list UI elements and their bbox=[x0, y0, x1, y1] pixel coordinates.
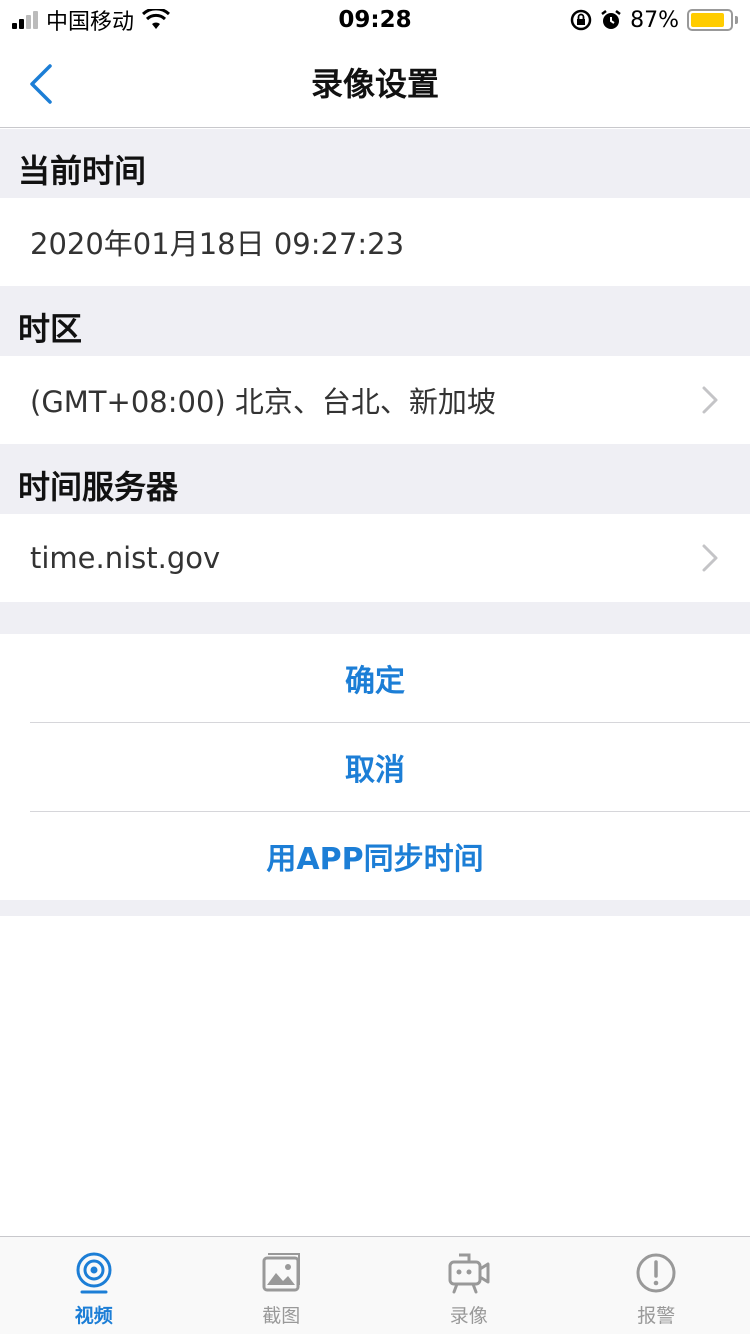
timezone-row[interactable]: (GMT+08:00) 北京、台北、新加坡 bbox=[0, 356, 750, 444]
image-icon bbox=[262, 1253, 301, 1292]
wifi-icon bbox=[142, 9, 171, 29]
confirm-button[interactable]: 确定 bbox=[0, 634, 750, 722]
battery-percent: 87% bbox=[630, 7, 679, 33]
page-title: 录像设置 bbox=[310, 65, 439, 103]
signal-icon bbox=[12, 11, 38, 29]
battery-icon bbox=[687, 9, 738, 31]
section-header-timezone: 时区 bbox=[0, 286, 750, 356]
current-time-value: 2020年01月18日 09:27:23 bbox=[30, 227, 405, 261]
tab-bar: 视频 截图 录像 报警 bbox=[0, 1236, 750, 1334]
chevron-right-icon bbox=[702, 386, 718, 414]
chevron-right-icon bbox=[702, 544, 718, 572]
alarm-icon bbox=[601, 10, 621, 29]
current-time-row: 2020年01月18日 09:27:23 bbox=[0, 198, 750, 286]
time-server-value: time.nist.gov bbox=[30, 541, 221, 575]
alert-icon bbox=[636, 1253, 676, 1293]
tab-label: 视频 bbox=[74, 1305, 113, 1327]
rotation-lock-icon bbox=[570, 9, 592, 31]
section-gap bbox=[0, 900, 750, 916]
section-header-time-server: 时间服务器 bbox=[0, 444, 750, 514]
tab-video[interactable]: 视频 bbox=[0, 1237, 188, 1334]
action-group: 确定 取消 用APP同步时间 bbox=[0, 634, 750, 900]
time-server-row[interactable]: time.nist.gov bbox=[0, 514, 750, 602]
status-right: 87% bbox=[570, 8, 738, 33]
section-header-current-time: 当前时间 bbox=[0, 129, 750, 198]
page: 中国移动 09:28 87% 录像设置 当前时间 2020年01月18日 09:… bbox=[0, 0, 750, 1334]
tab-alarm[interactable]: 报警 bbox=[563, 1237, 750, 1334]
sync-time-button[interactable]: 用APP同步时间 bbox=[0, 812, 750, 900]
tab-label: 录像 bbox=[449, 1305, 488, 1327]
status-bar: 中国移动 09:28 87% bbox=[0, 0, 750, 40]
settings-list: 当前时间 2020年01月18日 09:27:23 时区 (GMT+08:00)… bbox=[0, 129, 750, 916]
carrier-label: 中国移动 bbox=[46, 10, 135, 35]
status-left: 中国移动 bbox=[12, 4, 171, 36]
tab-recording[interactable]: 录像 bbox=[375, 1237, 563, 1334]
section-gap bbox=[0, 602, 750, 634]
camera-icon bbox=[76, 1252, 112, 1294]
nav-bar: 录像设置 bbox=[0, 40, 750, 128]
cancel-button[interactable]: 取消 bbox=[0, 723, 750, 811]
tab-screenshot[interactable]: 截图 bbox=[188, 1237, 376, 1334]
tab-label: 截图 bbox=[262, 1305, 301, 1327]
back-button[interactable] bbox=[22, 62, 62, 106]
video-icon bbox=[448, 1253, 490, 1294]
tab-label: 报警 bbox=[637, 1305, 676, 1327]
timezone-value: (GMT+08:00) 北京、台北、新加坡 bbox=[30, 385, 496, 419]
